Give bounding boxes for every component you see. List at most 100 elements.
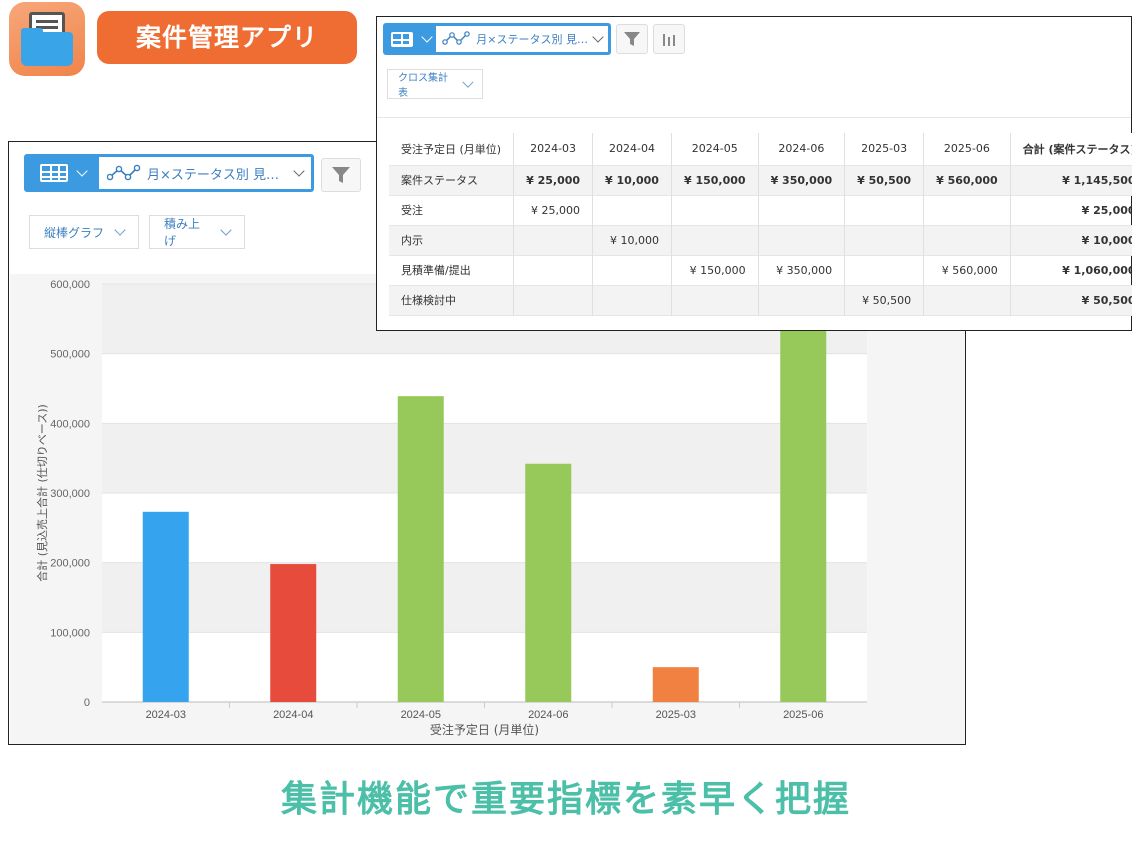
cross-table: 受注予定日 (月単位) 2024-03 2024-04 2024-05 2024-06 2… (389, 133, 1132, 316)
table-type-dropdown[interactable]: クロス集計表 (387, 69, 483, 99)
header-cell: 2024-06 (758, 133, 846, 165)
y-tick-label: 0 (84, 697, 90, 709)
table-cell (592, 255, 672, 285)
table-cell (671, 225, 759, 255)
filter-icon (624, 32, 640, 46)
chart-type-dropdown[interactable]: 縦棒グラフ (29, 215, 139, 249)
table-row: 内示 ¥ 10,000 ¥ 10,000 (389, 225, 1132, 255)
table-cell (844, 195, 925, 225)
table-cell: ¥ 10,000 (592, 165, 672, 195)
table-panel: 月×ステータス別 見… クロス集計表 受注予定日 (月単位) 2024-03 202… (376, 16, 1132, 331)
stack-mode-dropdown[interactable]: 積み上げ (149, 215, 245, 249)
table-cell (513, 285, 594, 315)
table-cell: ¥ 350,000 (758, 255, 846, 285)
table-header-row: 受注予定日 (月単位) 2024-03 2024-04 2024-05 2024-06 2… (389, 133, 1132, 165)
app-title: 案件管理アプリ (97, 11, 357, 64)
table-cell: 案件ステータス (389, 165, 515, 195)
line-graph-icon (107, 164, 141, 181)
table-cell (671, 195, 759, 225)
table-cell: 受注 (389, 195, 515, 225)
view-name: 月×ステータス別 見… (476, 33, 588, 46)
table-cell (592, 285, 672, 315)
table-cell (844, 255, 925, 285)
table-cell: ¥ 1,145,500 (1010, 165, 1132, 195)
view-selector[interactable]: 月×ステータス別 見… (383, 23, 611, 55)
grid-band (102, 562, 867, 633)
table-cell (923, 285, 1011, 315)
x-axis-title: 受注予定日 (月単位) (430, 722, 539, 737)
chevron-down-icon (293, 165, 305, 177)
table-cell: 内示 (389, 225, 515, 255)
bar (780, 311, 827, 702)
table-cell: ¥ 150,000 (671, 165, 759, 195)
view-name: 月×ステータス別 見… (147, 167, 280, 183)
chevron-down-icon (592, 31, 604, 43)
table-cell (671, 285, 759, 315)
y-tick-label: 200,000 (50, 558, 90, 570)
table-cell: 仕様検討中 (389, 285, 515, 315)
table-cell (923, 225, 1011, 255)
x-tick-label: 2024-04 (273, 709, 313, 721)
table-cell (758, 225, 846, 255)
line-graph-icon (442, 31, 471, 45)
view-name-dropdown[interactable]: 月×ステータス別 見… (436, 26, 608, 52)
table-cell: ¥ 25,000 (513, 195, 594, 225)
filter-button[interactable] (321, 158, 361, 192)
chevron-down-icon (421, 31, 433, 43)
y-tick-label: 400,000 (50, 418, 90, 430)
table-cell: ¥ 560,000 (923, 255, 1011, 285)
table-cell: ¥ 25,000 (513, 165, 594, 195)
header-cell: 受注予定日 (月単位) (389, 133, 515, 165)
bar-graph-icon (663, 34, 675, 46)
header-cell: 2024-05 (671, 133, 759, 165)
table-cell (513, 225, 594, 255)
x-tick-label: 2024-03 (146, 709, 186, 721)
table-cell (513, 255, 594, 285)
table-cell: ¥ 350,000 (758, 165, 846, 195)
table-row: 受注 ¥ 25,000 ¥ 25,000 (389, 195, 1132, 225)
chevron-down-icon (76, 165, 88, 177)
header-cell: 2024-04 (592, 133, 672, 165)
table-cell: ¥ 50,500 (844, 285, 925, 315)
view-name-dropdown[interactable]: 月×ステータス別 見… (99, 157, 311, 189)
table-icon (40, 164, 68, 182)
table-row: 仕様検討中 ¥ 50,500 ¥ 50,500 (389, 285, 1132, 315)
y-tick-label: 300,000 (50, 488, 90, 500)
x-tick-label: 2025-06 (783, 709, 823, 721)
chevron-down-icon (220, 224, 232, 236)
header-cell: 2025-06 (923, 133, 1011, 165)
filter-button[interactable] (616, 24, 648, 54)
y-tick-label: 100,000 (50, 627, 90, 639)
header-cell: 2025-03 (844, 133, 925, 165)
header-cell: 合計 (案件ステータス) (1010, 133, 1132, 165)
view-type-button[interactable] (386, 26, 436, 52)
view-type-button[interactable] (27, 157, 99, 189)
table-cell: ¥ 50,500 (1010, 285, 1132, 315)
grid-band (102, 423, 867, 493)
filter-icon (332, 167, 350, 183)
bar (652, 667, 699, 702)
folder-icon (21, 32, 73, 66)
bar-chart: 0 100,000 200,000 300,000 400,000 500,000 600,… (35, 279, 867, 737)
table-cell: ¥ 150,000 (671, 255, 759, 285)
bar (270, 564, 317, 702)
bar (397, 396, 444, 702)
table-row: 案件ステータス ¥ 25,000 ¥ 10,000 ¥ 150,000 ¥ 350,00… (389, 165, 1132, 195)
table-cell (844, 225, 925, 255)
view-selector[interactable]: 月×ステータス別 見… (24, 154, 314, 192)
table-cell: ¥ 50,500 (844, 165, 925, 195)
table-cell: ¥ 25,000 (1010, 195, 1132, 225)
x-tick-label: 2024-05 (401, 709, 441, 721)
x-tick-label: 2025-03 (656, 709, 696, 721)
table-cell (758, 285, 846, 315)
graph-button[interactable] (653, 24, 685, 54)
table-cell: ¥ 1,060,000 (1010, 255, 1132, 285)
table-cell: ¥ 560,000 (923, 165, 1011, 195)
table-cell: ¥ 10,000 (592, 225, 672, 255)
table-cell (923, 195, 1011, 225)
caption: 集計機能で重要指標を素早く把握 (280, 779, 851, 820)
y-tick-label: 500,000 (50, 349, 90, 361)
table-cell (758, 195, 846, 225)
header-cell: 2024-03 (513, 133, 594, 165)
table-row: 見積準備/提出 ¥ 150,000 ¥ 350,000 ¥ 560,000 ¥ 1,06… (389, 255, 1132, 285)
